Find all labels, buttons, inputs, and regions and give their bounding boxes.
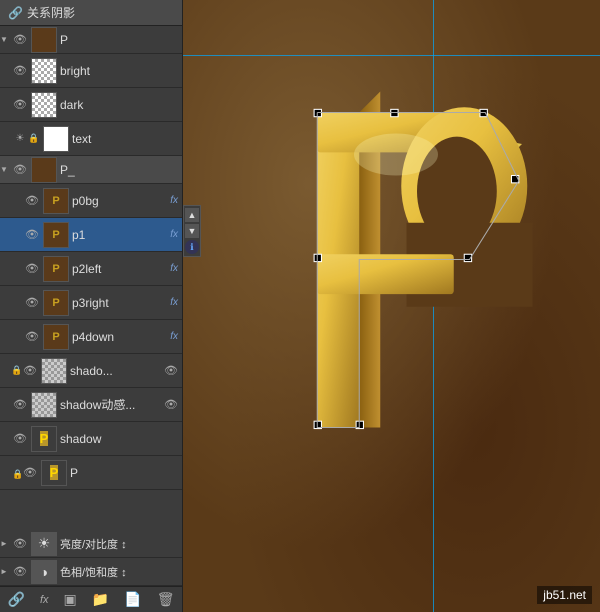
new-layer-icon[interactable]: 📄 (124, 591, 141, 608)
visibility-toggle[interactable]: 👁 (12, 163, 28, 176)
layer-row[interactable]: 👁 P p2left fx (0, 252, 182, 286)
indent: 🔒 (12, 466, 22, 480)
visibility-toggle[interactable]: 👁 (12, 33, 28, 46)
layer-row[interactable]: 👁 P p4down fx (0, 320, 182, 354)
layers-panel: 🔗 关系阴影 ▼ 👁 P 👁 bright 👁 (0, 0, 183, 612)
layer-row[interactable]: 👁 P p3right fx (0, 286, 182, 320)
visibility-toggle[interactable]: 👁 (22, 364, 38, 377)
move-up-button[interactable]: ▲ (185, 208, 199, 222)
visibility-toggle[interactable]: 👁 (12, 398, 28, 411)
visibility-toggle[interactable]: 👁 (24, 262, 40, 275)
layer-row[interactable]: 👁 shadow动感... 👁 (0, 388, 182, 422)
layer-row[interactable]: 👁 bright (0, 54, 182, 88)
layer-thumbnail (31, 27, 57, 53)
fx-badge: fx (170, 263, 178, 274)
panel-title: 关系阴影 (27, 4, 75, 21)
layer-row[interactable]: ☀ 🔒 text (0, 122, 182, 156)
layer-thumbnail: P (43, 222, 69, 248)
layer-row[interactable]: ▼ 👁 P (0, 26, 182, 54)
layer-name: P (60, 33, 182, 47)
layer-thumbnail: P (43, 324, 69, 350)
layer-thumbnail: P (31, 426, 57, 452)
adj-thumbnail: ☀ (31, 532, 57, 556)
canvas-area: jb51.net (183, 0, 600, 612)
new-group-icon[interactable]: 📁 (92, 591, 109, 608)
layer-name: P (70, 466, 182, 480)
visibility-toggle[interactable]: 👁 (24, 228, 40, 241)
visibility-toggle[interactable]: 👁 (12, 64, 28, 77)
layer-name: p2left (72, 262, 170, 276)
layer-list: ▼ 👁 P 👁 bright 👁 dark (0, 26, 182, 530)
layer-name: shadow动感... (60, 396, 164, 413)
visibility-toggle[interactable]: 👁 (24, 296, 40, 309)
add-mask-icon[interactable]: ▣ (64, 591, 77, 608)
layer-thumbnail: P (43, 290, 69, 316)
layer-name: p3right (72, 296, 170, 310)
visibility-toggle[interactable]: 👁 (12, 537, 28, 550)
layer-row[interactable]: 👁 P p1 fx (0, 218, 182, 252)
layer-thumbnail (43, 126, 69, 152)
sun-icon: ☀ (16, 133, 25, 144)
chain-icon: 🔗 (8, 6, 23, 20)
layer-thumbnail (41, 358, 67, 384)
eye-icon: 👁 (164, 364, 178, 377)
layer-row[interactable]: 🔒 👁 shado... 👁 (0, 354, 182, 388)
layer-row[interactable]: ▼ 👁 P_ (0, 156, 182, 184)
fx-badge: fx (170, 297, 178, 308)
mini-toolbar: ▲ ▼ ℹ (183, 205, 201, 257)
expand-arrow: ► (0, 539, 12, 548)
layer-name: shadow (60, 432, 182, 446)
add-fx-icon[interactable]: fx (40, 594, 49, 606)
layer-name: p0bg (72, 194, 170, 208)
expand-arrow: ► (0, 567, 12, 576)
visibility-toggle[interactable]: 👁 (22, 466, 38, 479)
link-layers-icon[interactable]: 🔗 (8, 591, 25, 608)
adj-thumbnail: ◑ (31, 560, 57, 584)
layer-name: shado... (70, 364, 164, 378)
expand-arrow[interactable]: ▼ (0, 35, 12, 44)
layer-name: text (72, 132, 182, 146)
lock-icon: 🔒 (28, 133, 40, 144)
layer-name: P_ (60, 163, 182, 177)
adj-layer-name: 亮度/对比度 ↕ (60, 536, 127, 552)
fx-badge: fx (170, 195, 178, 206)
layer-row[interactable]: 👁 dark (0, 88, 182, 122)
visibility-toggle[interactable]: 👁 (24, 330, 40, 343)
move-down-button[interactable]: ▼ (185, 224, 199, 238)
adj-layer-name: 色相/饱和度 ↕ (60, 564, 127, 580)
layer-row[interactable]: 👁 P shadow (0, 422, 182, 456)
info-button[interactable]: ℹ (185, 240, 199, 254)
visibility-toggle[interactable]: 👁 (12, 432, 28, 445)
visibility-toggle[interactable]: ☀ (12, 133, 28, 144)
visibility-toggle[interactable]: 👁 (12, 565, 28, 578)
watermark: jb51.net (537, 586, 592, 604)
guide-horizontal (183, 55, 600, 56)
fx-badge: fx (170, 229, 178, 240)
layer-thumbnail (31, 392, 57, 418)
layer-name: bright (60, 64, 182, 78)
visibility-toggle[interactable]: 👁 (12, 98, 28, 111)
adjustment-row[interactable]: ► 👁 ☀ 亮度/对比度 ↕ (0, 530, 182, 558)
layer-thumbnail (31, 157, 57, 183)
layer-row[interactable]: 🔒 👁 P P (0, 456, 182, 490)
layer-row[interactable]: 👁 P p0bg fx (0, 184, 182, 218)
layer-thumbnail (31, 92, 57, 118)
adjustment-row[interactable]: ► 👁 ◑ 色相/饱和度 ↕ (0, 558, 182, 586)
layer-thumbnail (31, 58, 57, 84)
layer-thumbnail: P (43, 256, 69, 282)
fx-badge: fx (170, 331, 178, 342)
delete-layer-icon[interactable]: 🗑 (157, 591, 175, 608)
layer-name: dark (60, 98, 182, 112)
layer-thumbnail: P (41, 460, 67, 486)
visibility-toggle[interactable]: 👁 (24, 194, 40, 207)
p-letter-3d (293, 60, 583, 480)
layer-name: p1 (72, 228, 170, 242)
panel-bottom-toolbar: 🔗 fx ▣ 📁 📄 🗑 (0, 586, 182, 612)
layer-name: p4down (72, 330, 170, 344)
expand-arrow[interactable]: ▼ (0, 165, 12, 174)
lock-icon: 🔒 (12, 365, 22, 376)
panel-header: 🔗 关系阴影 (0, 0, 182, 26)
eye-icon: 👁 (164, 398, 178, 411)
layer-thumbnail: P (43, 188, 69, 214)
